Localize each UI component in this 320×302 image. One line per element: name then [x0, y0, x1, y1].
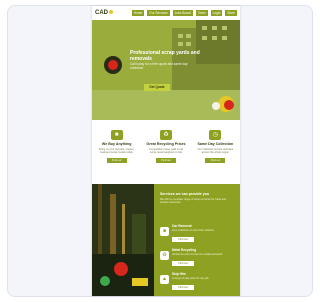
hero-subtitle: Call today for a free quote and same day… [130, 62, 188, 70]
website-thumbnail[interactable]: CAD Home Our Services Jobs Board Team Lo… [92, 6, 240, 296]
nav-link-home[interactable]: Home [131, 10, 145, 16]
service-item: ▲ Skip Hire A range of skip sizes for an… [160, 272, 236, 294]
hero-badge-icon [104, 56, 122, 74]
feature-button[interactable]: Find out [106, 157, 127, 163]
nav-link-login[interactable]: Login [210, 10, 223, 16]
truck-icon: ■ [110, 130, 123, 140]
service-text: All ferrous and non ferrous metals accep… [172, 253, 223, 256]
service-button[interactable]: Find out [172, 285, 194, 290]
building-window [178, 34, 183, 38]
site-nav: CAD Home Our Services Jobs Board Team Lo… [92, 6, 240, 20]
building-window [222, 26, 227, 30]
service-text: A range of skip sizes for any job. [172, 277, 210, 280]
feature-text: Competitive prices paid on all scrap met… [149, 148, 183, 155]
service-title: Skip Hire [172, 272, 186, 276]
clock-icon: ◷ [209, 130, 222, 140]
feature-button[interactable]: Find out [155, 157, 176, 163]
hero-decoration [210, 94, 240, 120]
service-item: ♻ Metal Recycling All ferrous and non fe… [160, 248, 236, 270]
hero-quote-button[interactable]: Get Quote [144, 84, 170, 91]
feature-title: Great Recycling Prices [146, 142, 186, 146]
nav-link-jobs[interactable]: Jobs Board [172, 10, 193, 16]
feature-button[interactable]: Find out [205, 157, 226, 163]
building-window [212, 26, 217, 30]
features-row: ■ We Buy Anything Bring us your old cars… [92, 120, 240, 184]
building-window [186, 34, 191, 38]
feature-card: ◷ Same Day Collection Our collection ser… [191, 120, 240, 184]
service-text: Free collection of end of life vehicles. [172, 229, 215, 232]
services-intro: We offer a complete range of scrap servi… [160, 198, 227, 205]
nav-link-team[interactable]: Team [195, 10, 208, 16]
hero-banner: Professional scrap yards and removals Ca… [92, 20, 240, 120]
skip-icon: ▲ [160, 275, 169, 284]
site-logo[interactable]: CAD [95, 9, 113, 17]
service-button[interactable]: Find out [172, 237, 194, 242]
hero-title: Professional scrap yards and removals [130, 50, 200, 62]
nav-links: Home Our Services Jobs Board Team Login … [131, 10, 237, 16]
building-window [202, 36, 207, 40]
nav-link-store[interactable]: Store [225, 10, 237, 16]
building-window [178, 42, 183, 46]
feature-card: ■ We Buy Anything Bring us your old cars… [92, 120, 141, 184]
feature-title: Same Day Collection [197, 142, 234, 146]
car-icon: ■ [160, 227, 169, 236]
feature-text: Our collection service operates across t… [197, 148, 234, 155]
recycle-icon: ♻ [160, 251, 169, 260]
feature-card: ♻ Great Recycling Prices Competitive pri… [141, 120, 190, 184]
building-window [202, 26, 207, 30]
feature-text: Bring us your old cars, copper, lead and… [99, 148, 135, 155]
nav-link-services[interactable]: Our Services [147, 10, 170, 16]
building-window [222, 36, 227, 40]
building-window [186, 42, 191, 46]
service-title: Metal Recycling [172, 248, 197, 252]
feature-title: We Buy Anything [101, 142, 132, 146]
service-button[interactable]: Find out [172, 261, 194, 266]
night-street-photo [92, 184, 154, 296]
recycle-icon: ♻ [159, 130, 172, 140]
logo-text: CAD [95, 10, 108, 16]
services-title: Services we can provide you [160, 192, 210, 196]
building-window [212, 36, 217, 40]
service-item: ■ Car Removal Free collection of end of … [160, 224, 236, 246]
services-panel: Services we can provide you We offer a c… [154, 184, 240, 296]
service-title: Car Removal [172, 224, 192, 228]
logo-dot-icon [109, 10, 113, 15]
